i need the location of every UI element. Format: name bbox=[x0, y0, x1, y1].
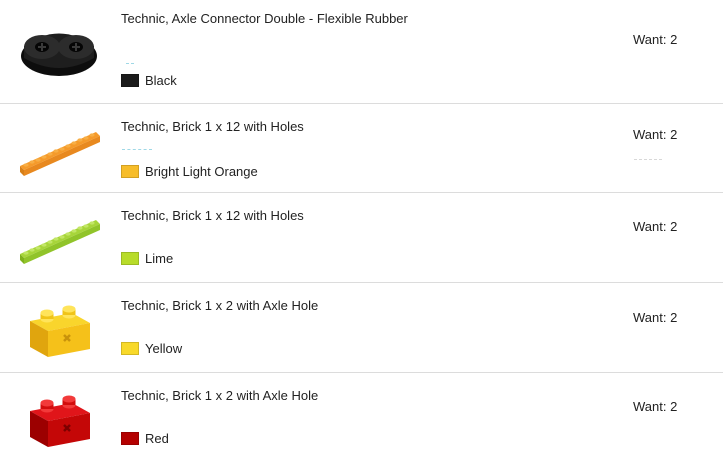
list-item[interactable]: Technic, Brick 1 x 2 with Axle Hole Red … bbox=[0, 373, 723, 460]
want-quantity: Want: 2 bbox=[633, 127, 678, 142]
part-name[interactable]: Technic, Axle Connector Double - Flexibl… bbox=[121, 8, 421, 29]
technic-brick-1x12-part-icon bbox=[14, 114, 104, 184]
part-name[interactable]: Technic, Brick 1 x 12 with Holes bbox=[121, 116, 421, 137]
part-color: Black bbox=[121, 73, 177, 88]
color-swatch bbox=[121, 342, 139, 355]
technic-brick-1x12-part-icon bbox=[14, 202, 104, 272]
part-name[interactable]: Technic, Brick 1 x 2 with Axle Hole bbox=[121, 385, 421, 406]
axle-connector-double-part-icon bbox=[14, 16, 104, 86]
list-item[interactable]: Technic, Brick 1 x 12 with Holes Bright … bbox=[0, 104, 723, 193]
divider bbox=[634, 159, 662, 161]
color-label: Red bbox=[145, 431, 169, 446]
color-swatch bbox=[121, 252, 139, 265]
want-quantity: Want: 2 bbox=[633, 310, 678, 325]
color-swatch bbox=[121, 165, 139, 178]
color-swatch bbox=[121, 74, 139, 87]
want-quantity: Want: 2 bbox=[633, 399, 678, 414]
color-label: Lime bbox=[145, 251, 174, 266]
color-label: Bright Light Orange bbox=[145, 164, 258, 179]
color-label: Black bbox=[145, 73, 177, 88]
part-color: Red bbox=[121, 431, 169, 446]
part-name[interactable]: Technic, Brick 1 x 12 with Holes bbox=[121, 205, 421, 226]
part-name[interactable]: Technic, Brick 1 x 2 with Axle Hole bbox=[121, 295, 421, 316]
list-item[interactable]: Technic, Axle Connector Double - Flexibl… bbox=[0, 0, 723, 104]
list-item[interactable]: Technic, Brick 1 x 2 with Axle Hole Yell… bbox=[0, 283, 723, 373]
parts-list: Technic, Axle Connector Double - Flexibl… bbox=[0, 0, 723, 460]
part-color: Lime bbox=[121, 251, 173, 266]
divider bbox=[122, 149, 152, 151]
technic-brick-1x2-axle-part-icon bbox=[14, 381, 104, 451]
divider bbox=[126, 63, 134, 65]
part-color: Bright Light Orange bbox=[121, 164, 258, 179]
technic-brick-1x2-axle-part-icon bbox=[14, 291, 104, 361]
color-label: Yellow bbox=[145, 341, 183, 356]
list-item[interactable]: Technic, Brick 1 x 12 with Holes Lime Wa… bbox=[0, 193, 723, 283]
color-swatch bbox=[121, 432, 139, 445]
part-color: Yellow bbox=[121, 341, 182, 356]
want-quantity: Want: 2 bbox=[633, 219, 678, 234]
want-quantity: Want: 2 bbox=[633, 32, 678, 47]
